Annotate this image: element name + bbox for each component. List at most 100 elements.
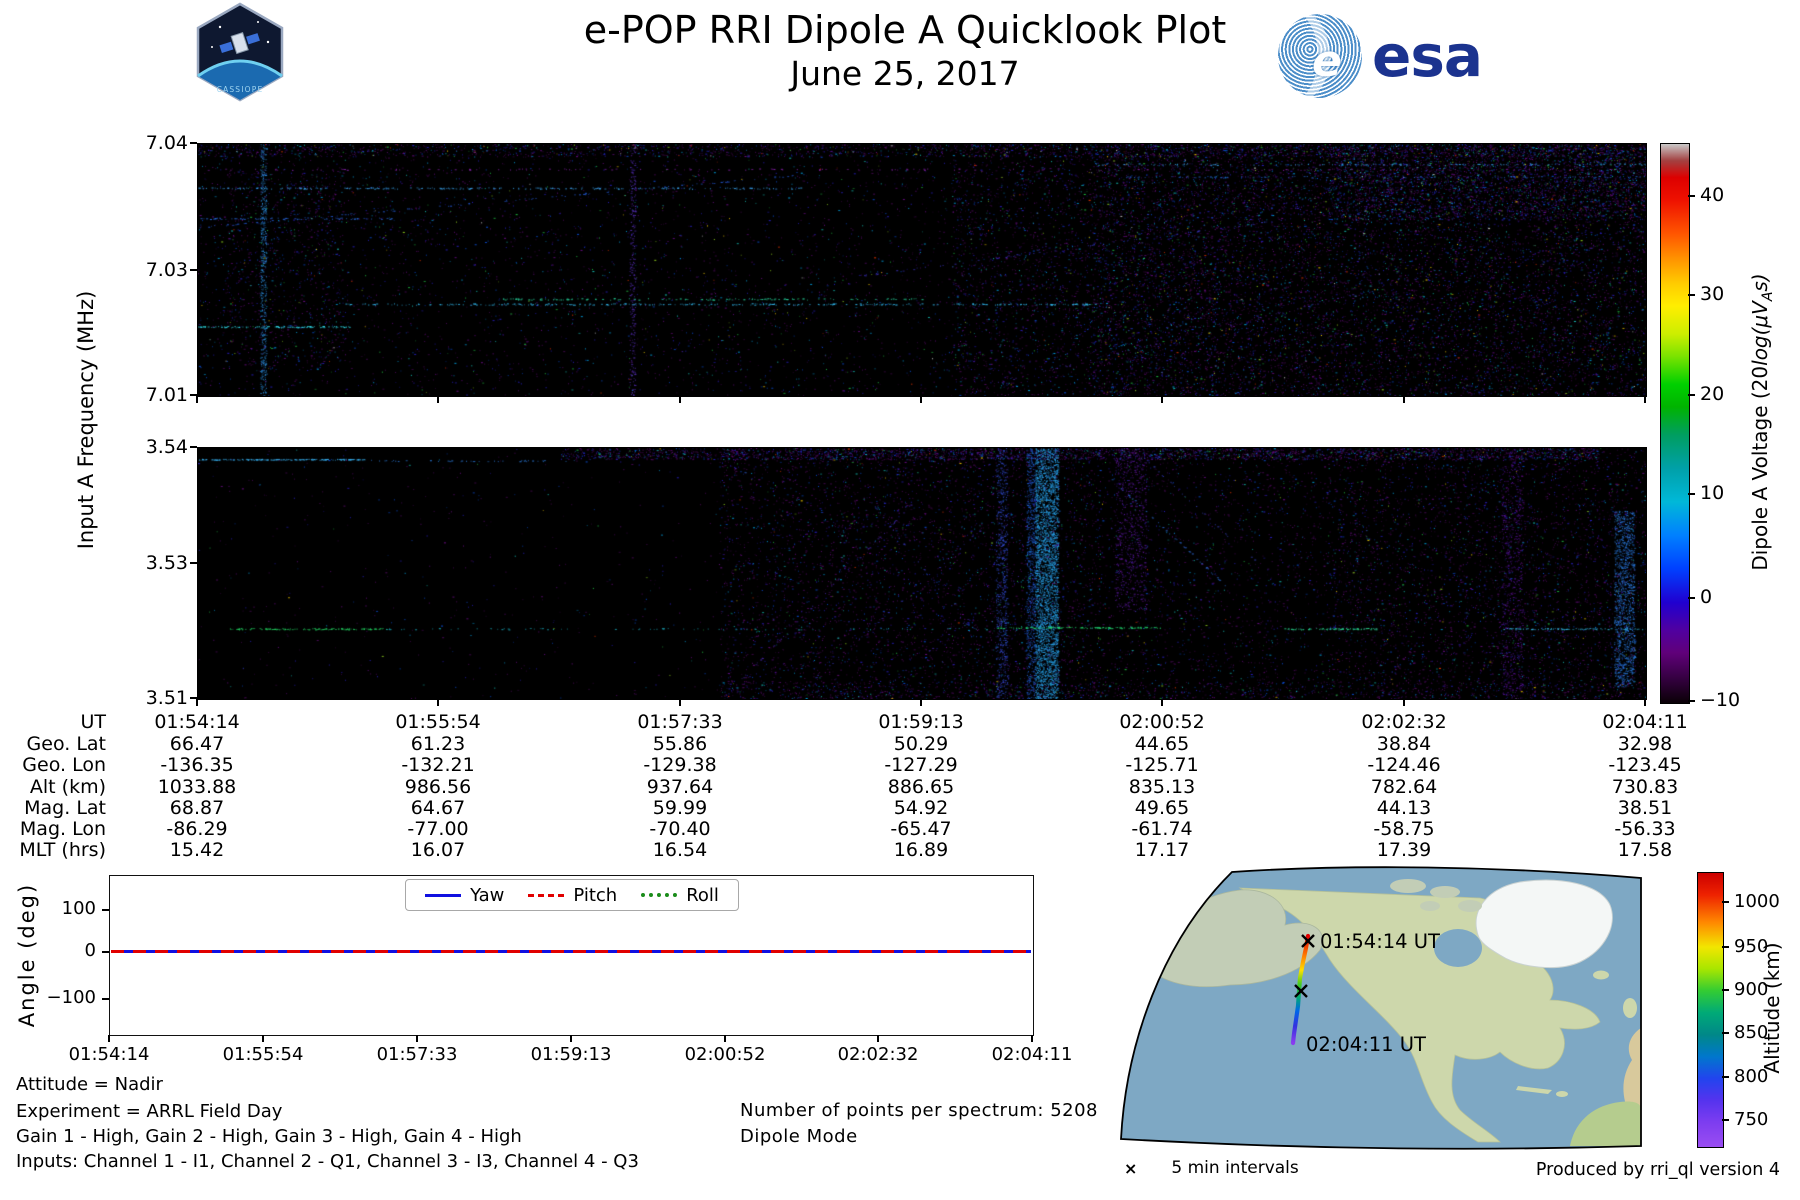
table-cell: 38.51 [1525, 797, 1765, 819]
axis-tick-mark [1688, 195, 1695, 197]
table-cell: 16.89 [801, 839, 1041, 861]
pitch-line [111, 950, 1031, 953]
table-cell: 1033.88 [77, 776, 317, 798]
table-cell: 886.65 [801, 776, 1041, 798]
axis-tick-mark [724, 1035, 726, 1042]
table-cell: 44.65 [1042, 733, 1282, 755]
altitude-colorbar [1697, 872, 1724, 1148]
table-cell: 64.67 [318, 797, 558, 819]
map-arctic-island [1390, 879, 1426, 893]
colorbar-tick-label: 0 [1700, 586, 1712, 608]
gain-note: Gain 1 - High, Gain 2 - High, Gain 3 - H… [16, 1126, 522, 1147]
freq-tick-label: 7.01 [126, 384, 188, 406]
colorbar-tick-label: 10 [1700, 482, 1724, 504]
spectrogram-7mhz-canvas [198, 144, 1646, 396]
map-arctic-island [1458, 900, 1482, 912]
colorbar-tick-label: 850 [1734, 1022, 1768, 1043]
freq-tick-label: 3.51 [126, 687, 188, 709]
table-cell: 15.42 [77, 839, 317, 861]
axis-tick-mark [196, 699, 198, 706]
roll-line-sample [641, 893, 677, 897]
interval-legend-label: 5 min intervals [1171, 1158, 1298, 1178]
axis-tick-mark [1403, 699, 1405, 706]
table-cell: 68.87 [77, 797, 317, 819]
legend-item-yaw: Yaw [425, 885, 504, 906]
table-cell: 937.64 [560, 776, 800, 798]
table-cell: 02:02:32 [1284, 711, 1524, 733]
axis-tick-mark [570, 1035, 572, 1042]
angle-ytick-label: 100 [34, 898, 96, 919]
table-cell: 835.13 [1042, 776, 1282, 798]
track-end-label: 02:04:11 UT [1306, 1033, 1426, 1056]
angle-xtick-label: 02:02:32 [818, 1044, 938, 1065]
table-cell: 44.13 [1284, 797, 1524, 819]
colorbar-tick-label: 1000 [1734, 891, 1780, 912]
legend-label: Roll [686, 885, 719, 906]
table-cell: 01:59:13 [801, 711, 1041, 733]
axis-tick-mark [1722, 1119, 1729, 1121]
attitude-note: Attitude = Nadir [16, 1074, 163, 1095]
cassiope-logo-text: CASSIOPE [217, 85, 264, 94]
colorbar-tick-label: 20 [1700, 383, 1724, 405]
table-cell: -124.46 [1284, 754, 1524, 776]
axis-tick-mark [920, 699, 922, 706]
axis-tick-mark [1161, 699, 1163, 706]
table-cell: 59.99 [560, 797, 800, 819]
axis-tick-mark [190, 269, 197, 271]
points-per-spectrum-note: Number of points per spectrum: 5208 [740, 1100, 1098, 1121]
table-cell: 54.92 [801, 797, 1041, 819]
table-cell: -125.71 [1042, 754, 1282, 776]
experiment-note: Experiment = ARRL Field Day [16, 1101, 282, 1122]
axis-tick-mark [196, 396, 198, 403]
voltage-colorbar [1660, 143, 1690, 704]
axis-tick-mark [102, 951, 109, 953]
map-arctic-island [1420, 901, 1440, 911]
map-hudson-bay [1434, 929, 1482, 967]
altitude-colorbar-label: Altitude (km) [1760, 942, 1784, 1073]
freq-tick-label: 7.03 [126, 259, 188, 281]
table-cell: 50.29 [801, 733, 1041, 755]
axis-tick-mark [1644, 396, 1646, 403]
table-cell: 01:55:54 [318, 711, 558, 733]
angle-xtick-label: 01:59:13 [511, 1044, 631, 1065]
table-cell: 986.56 [318, 776, 558, 798]
esa-globe-icon: e [1278, 14, 1362, 98]
esa-logo-text: esa [1372, 22, 1482, 90]
axis-tick-mark [416, 1035, 418, 1042]
table-cell: -77.00 [318, 818, 558, 840]
map-arctic-island [1430, 886, 1460, 898]
axis-tick-mark [679, 396, 681, 403]
axis-tick-mark [190, 446, 197, 448]
axis-tick-mark [1722, 946, 1729, 948]
axis-tick-mark [679, 699, 681, 706]
axis-tick-mark [920, 396, 922, 403]
colorbar-tick-label: −10 [1700, 689, 1740, 711]
pitch-line-sample [528, 894, 564, 897]
colorbar-tick-label: 30 [1700, 283, 1724, 305]
table-cell: -70.40 [560, 818, 800, 840]
angle-xtick-label: 01:57:33 [357, 1044, 477, 1065]
inputs-note: Inputs: Channel 1 - I1, Channel 2 - Q1, … [16, 1151, 639, 1172]
axis-tick-mark [262, 1035, 264, 1042]
table-cell: 02:00:52 [1042, 711, 1282, 733]
axis-tick-mark [437, 699, 439, 706]
credit-text: Produced by rri_ql version 4 [1536, 1160, 1780, 1180]
table-cell: -56.33 [1525, 818, 1765, 840]
angle-xtick-label: 01:55:54 [203, 1044, 323, 1065]
table-cell: -58.75 [1284, 818, 1524, 840]
spectrogram-3mhz-panel [197, 447, 1647, 700]
yaw-line-sample [425, 894, 461, 897]
legend-label: Pitch [573, 885, 617, 906]
table-cell: 61.23 [318, 733, 558, 755]
frequency-axis-label: Input A Frequency (MHz) [74, 291, 98, 550]
interval-legend: × 5 min intervals [1124, 1158, 1299, 1178]
axis-tick-mark [1403, 396, 1405, 403]
axis-tick-mark [190, 562, 197, 564]
axis-tick-mark [1688, 294, 1695, 296]
table-cell: 55.86 [560, 733, 800, 755]
axis-tick-mark [102, 909, 109, 911]
axis-tick-mark [1031, 1035, 1033, 1042]
angle-ytick-label: −100 [34, 987, 96, 1008]
map-iceland [1593, 971, 1609, 980]
axis-tick-mark [102, 998, 109, 1000]
